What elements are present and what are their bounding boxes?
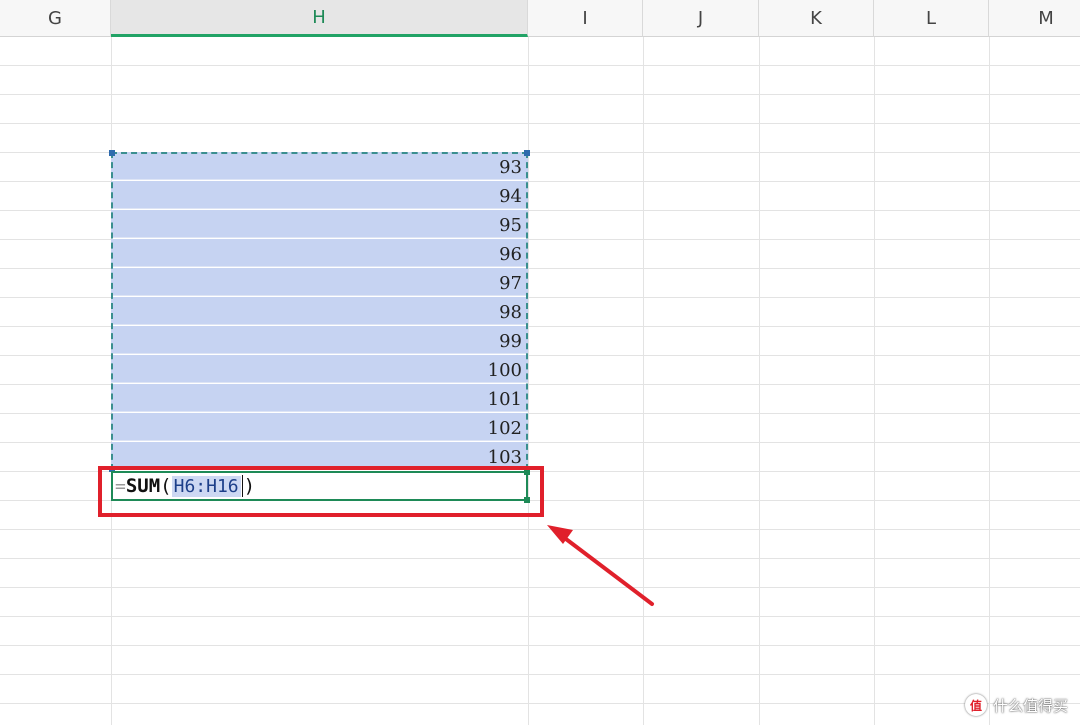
column-header-i[interactable]: I <box>528 0 643 37</box>
row-gridline <box>0 587 1080 588</box>
row-gridline <box>0 529 1080 530</box>
cell-h16[interactable]: 103 <box>111 442 528 470</box>
formula-range-reference[interactable]: H6:H16 <box>171 475 241 497</box>
cell-h11[interactable]: 98 <box>111 297 528 325</box>
column-header-m[interactable]: M <box>989 0 1080 37</box>
column-header-l[interactable]: L <box>874 0 989 37</box>
cell-value: 96 <box>499 244 522 265</box>
row-gridline <box>0 616 1080 617</box>
row-gridline <box>0 645 1080 646</box>
cell-h7[interactable]: 94 <box>111 181 528 209</box>
cell-h8[interactable]: 95 <box>111 210 528 238</box>
fill-handle[interactable] <box>524 469 530 475</box>
column-header-k[interactable]: K <box>759 0 874 37</box>
column-header-h[interactable]: H <box>111 0 528 37</box>
cell-value: 99 <box>499 331 522 352</box>
cell-h13[interactable]: 100 <box>111 355 528 383</box>
watermark-text: 什么值得买 <box>992 697 1068 715</box>
cell-h9[interactable]: 96 <box>111 239 528 267</box>
fill-handle[interactable] <box>524 497 530 503</box>
formula-function: SUM <box>125 475 161 497</box>
text-cursor <box>241 475 243 497</box>
column-gridline <box>874 37 875 725</box>
column-header-j[interactable]: J <box>643 0 759 37</box>
watermark: 值 什么值得买 <box>964 694 1068 716</box>
cell-value: 97 <box>499 273 522 294</box>
row-gridline <box>0 703 1080 704</box>
column-gridline <box>759 37 760 725</box>
cell-h15[interactable]: 102 <box>111 413 528 441</box>
column-gridline <box>989 37 990 725</box>
row-gridline <box>0 65 1080 66</box>
row-gridline <box>0 558 1080 559</box>
cell-value: 102 <box>487 418 522 439</box>
cell-value: 101 <box>487 389 522 410</box>
cell-h6[interactable]: 93 <box>111 152 528 180</box>
spreadsheet-grid: G H I J K L M 93 94 95 96 97 98 99 100 1… <box>0 0 1080 725</box>
column-header-g[interactable]: G <box>0 0 111 37</box>
formula-open-paren: ( <box>160 475 172 497</box>
cell-h14[interactable]: 101 <box>111 384 528 412</box>
column-gridline <box>528 37 529 725</box>
formula-equals: = <box>115 475 126 497</box>
row-gridline <box>0 674 1080 675</box>
cell-value: 103 <box>487 447 522 468</box>
cell-h10[interactable]: 97 <box>111 268 528 296</box>
column-gridline <box>643 37 644 725</box>
cell-value: 94 <box>499 186 522 207</box>
zhidemai-logo-icon: 值 <box>964 694 987 716</box>
cell-value: 93 <box>499 157 522 178</box>
cell-h12[interactable]: 99 <box>111 326 528 354</box>
row-gridline <box>0 94 1080 95</box>
formula-close-paren: ) <box>243 475 256 497</box>
cell-value: 100 <box>487 360 522 381</box>
cell-value: 95 <box>499 215 522 236</box>
formula-edit-cell-h17[interactable]: = SUM ( H6:H16 ) <box>111 469 530 503</box>
row-gridline <box>0 123 1080 124</box>
cell-value: 98 <box>499 302 522 323</box>
